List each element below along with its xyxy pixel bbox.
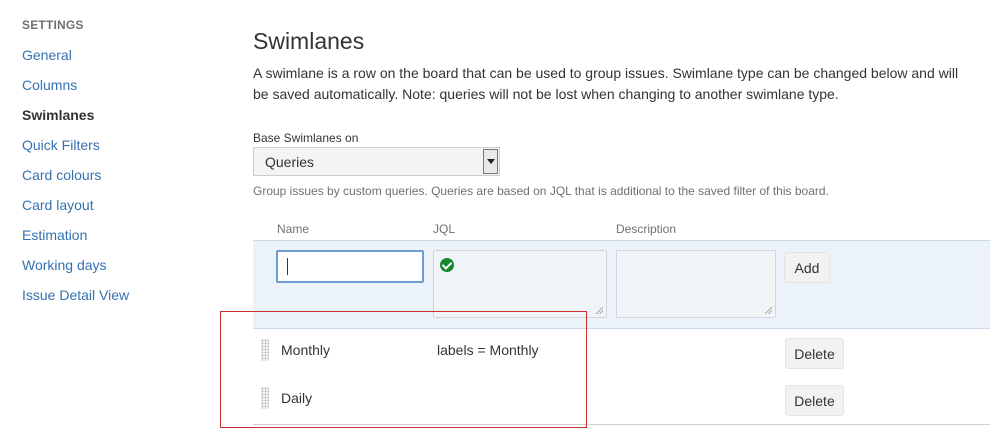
sidebar-item-card-layout[interactable]: Card layout	[22, 197, 94, 213]
page-description: A swimlane is a row on the board that ca…	[253, 65, 959, 102]
add-swimlane-row: Add	[253, 240, 990, 329]
page-title: Swimlanes	[253, 28, 365, 54]
delete-button[interactable]: Delete	[785, 385, 844, 416]
main-content: Swimlanes A swimlane is a row on the boa…	[253, 0, 990, 441]
sidebar-item-issue-detail-view[interactable]: Issue Detail View	[22, 287, 129, 303]
delete-button[interactable]: Delete	[785, 338, 844, 369]
help-text: Group issues by custom queries. Queries …	[253, 184, 829, 198]
sidebar-item-working-days[interactable]: Working days	[22, 257, 107, 273]
sidebar-item-estimation[interactable]: Estimation	[22, 227, 87, 243]
sidebar-item-quick-filters[interactable]: Quick Filters	[22, 137, 100, 153]
column-header-name: Name	[277, 222, 310, 236]
swimlane-name[interactable]: Monthly	[281, 342, 330, 358]
column-header-description: Description	[616, 222, 677, 236]
swimlane-row: Daily Delete	[253, 376, 990, 424]
add-button[interactable]: Add	[784, 252, 830, 283]
resize-grip-icon[interactable]	[765, 307, 772, 314]
chevron-down-icon[interactable]	[483, 149, 498, 174]
check-valid-icon	[440, 258, 454, 272]
sidebar-item-swimlanes[interactable]: Swimlanes	[22, 107, 94, 123]
swimlane-row: Monthly labels = Monthly Delete	[253, 328, 990, 376]
description-input[interactable]	[616, 250, 776, 318]
swimlane-jql[interactable]: labels = Monthly	[437, 342, 539, 358]
sidebar-item-card-colours[interactable]: Card colours	[22, 167, 101, 183]
base-swimlanes-label: Base Swimlanes on	[253, 131, 359, 145]
drag-handle-icon[interactable]	[261, 387, 269, 409]
jql-input[interactable]	[433, 250, 607, 318]
column-header-jql: JQL	[433, 222, 456, 236]
sidebar-item-columns[interactable]: Columns	[22, 77, 77, 93]
swimlane-name[interactable]: Daily	[281, 390, 312, 406]
select-value: Queries	[265, 154, 315, 170]
settings-sidebar: SETTINGS General Columns Swimlanes Quick…	[0, 0, 220, 441]
drag-handle-icon[interactable]	[261, 339, 269, 361]
text-caret	[287, 258, 288, 275]
base-swimlanes-select[interactable]: Queries	[253, 147, 500, 176]
sidebar-item-general[interactable]: General	[22, 47, 72, 63]
table-bottom-divider	[253, 424, 990, 425]
name-input[interactable]	[276, 250, 424, 283]
resize-grip-icon[interactable]	[596, 307, 603, 314]
sidebar-heading: SETTINGS	[22, 18, 84, 32]
